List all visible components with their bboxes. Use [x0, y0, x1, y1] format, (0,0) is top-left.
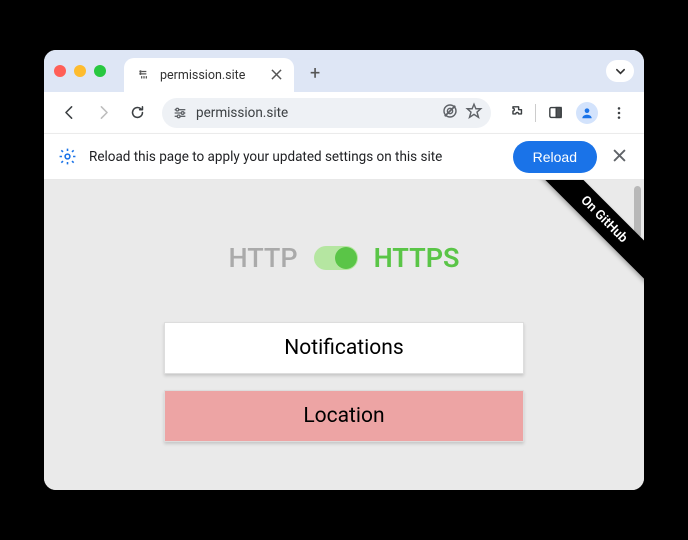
profile-avatar[interactable]: [572, 98, 602, 128]
address-bar[interactable]: permission.site: [162, 98, 491, 128]
tab-close-button[interactable]: [271, 66, 282, 84]
cookies-blocked-icon[interactable]: [441, 102, 459, 124]
tab-title: permission.site: [160, 68, 263, 83]
github-ribbon[interactable]: On GitHub: [524, 180, 644, 300]
url-text: permission.site: [196, 105, 433, 121]
toolbar: permission.site: [44, 92, 644, 134]
browser-window: permission.site + permission.site: [44, 50, 644, 490]
side-panel-icon[interactable]: [540, 98, 570, 128]
extensions-icon[interactable]: [501, 98, 531, 128]
minimize-window-button[interactable]: [74, 65, 86, 77]
close-window-button[interactable]: [54, 65, 66, 77]
https-label[interactable]: HTTPS: [374, 242, 460, 274]
reload-settings-button[interactable]: Reload: [513, 141, 597, 173]
window-controls: [54, 65, 106, 77]
notifications-button[interactable]: Notifications: [164, 322, 524, 374]
page-content: On GitHub HTTP HTTPS Notifications Locat…: [44, 180, 644, 490]
location-button[interactable]: Location: [164, 390, 524, 442]
settings-gear-icon: [58, 147, 77, 166]
forward-button[interactable]: [88, 98, 118, 128]
tab-favicon-icon: [136, 67, 152, 83]
reload-button[interactable]: [122, 98, 152, 128]
fullscreen-window-button[interactable]: [94, 65, 106, 77]
permission-buttons: Notifications Location: [164, 322, 524, 442]
protocol-switch[interactable]: [314, 246, 358, 270]
settings-infobar: Reload this page to apply your updated s…: [44, 134, 644, 180]
infobar-close-button[interactable]: [609, 143, 630, 170]
titlebar: permission.site +: [44, 50, 644, 92]
toolbar-divider: [535, 104, 536, 122]
scrollbar-thumb[interactable]: [634, 186, 641, 238]
menu-kebab-icon[interactable]: [604, 98, 634, 128]
bookmark-star-icon[interactable]: [465, 102, 483, 124]
tabs-overflow-button[interactable]: [606, 60, 634, 82]
browser-tab[interactable]: permission.site: [124, 58, 294, 92]
back-button[interactable]: [54, 98, 84, 128]
protocol-toggle-row: HTTP HTTPS: [44, 242, 644, 274]
http-label[interactable]: HTTP: [228, 242, 297, 274]
site-settings-icon[interactable]: [172, 105, 188, 121]
infobar-message: Reload this page to apply your updated s…: [89, 149, 501, 165]
new-tab-button[interactable]: +: [302, 63, 328, 84]
